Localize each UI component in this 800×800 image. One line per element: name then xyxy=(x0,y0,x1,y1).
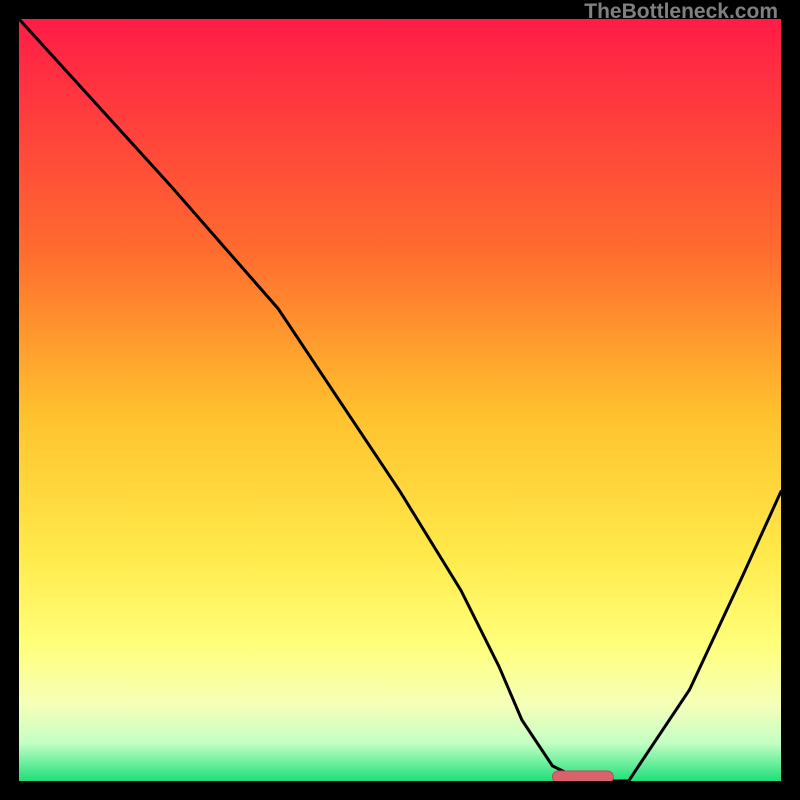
bottleneck-chart xyxy=(19,19,781,781)
watermark-text: TheBottleneck.com xyxy=(584,0,778,24)
optimal-marker xyxy=(552,771,613,781)
gradient-background xyxy=(19,19,781,781)
chart-frame xyxy=(19,19,781,781)
